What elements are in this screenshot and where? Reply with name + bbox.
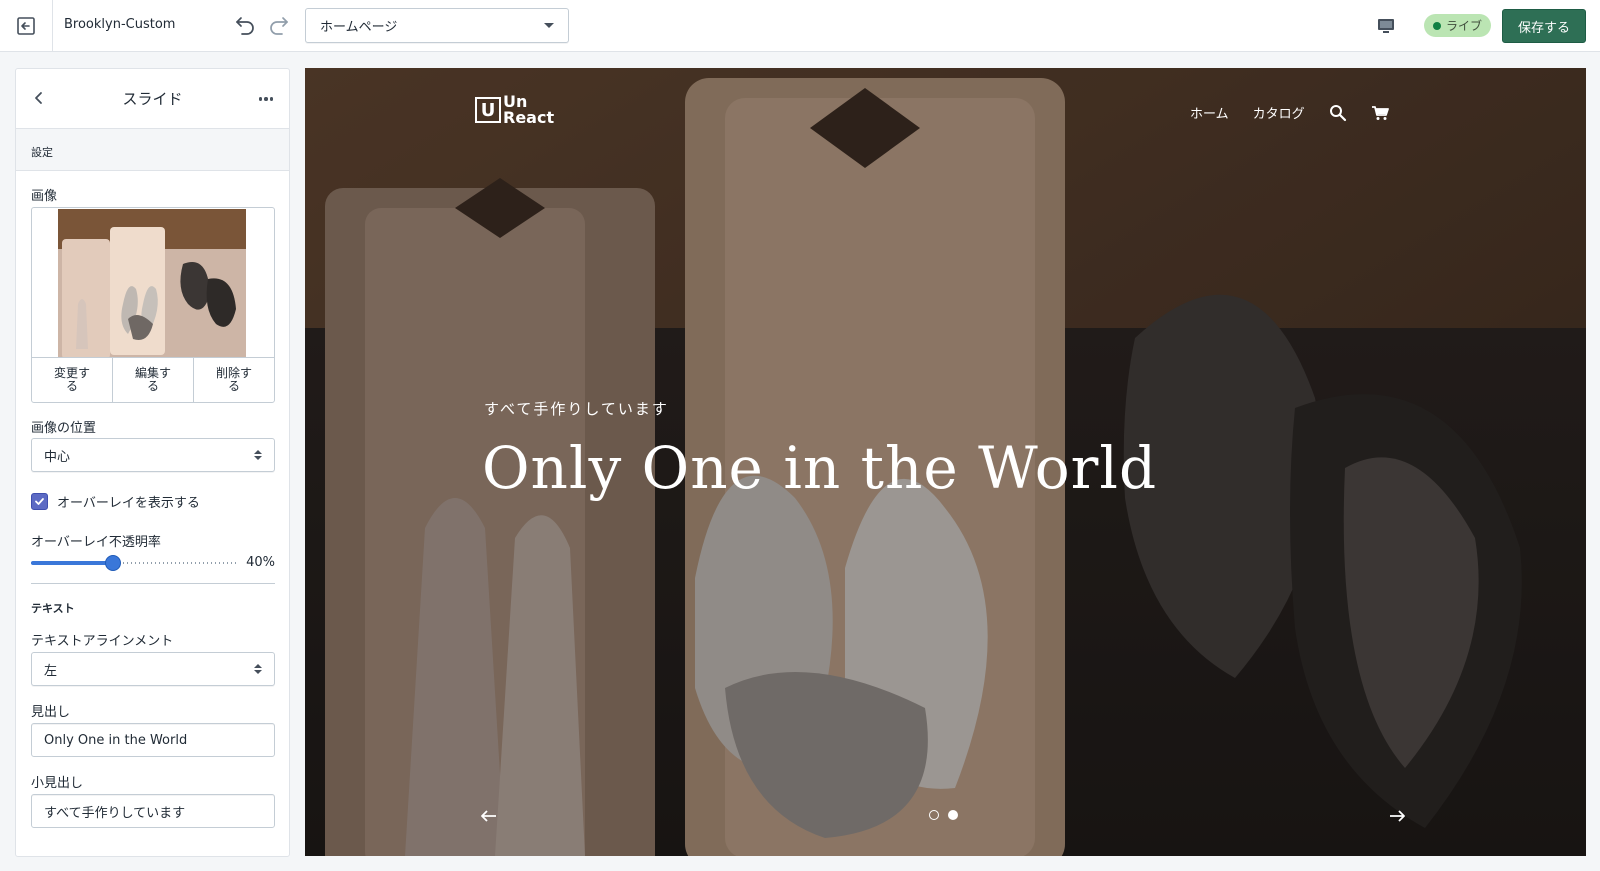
image-label: 画像 — [31, 189, 58, 204]
more-actions-button[interactable] — [255, 88, 277, 110]
back-button[interactable] — [28, 87, 50, 109]
slide-dot[interactable] — [929, 810, 939, 820]
nav-item-catalog[interactable]: カタログ — [1253, 103, 1305, 122]
overlay-opacity-value: 40% — [246, 555, 275, 570]
overlay-opacity-label: オーバーレイ不透明率 — [31, 535, 161, 550]
text-alignment-select[interactable]: 左 — [31, 652, 275, 686]
slide-dot[interactable] — [948, 810, 958, 820]
overlay-opacity-slider[interactable]: 40% — [31, 555, 275, 571]
page-selector[interactable]: ホームページ — [305, 8, 569, 43]
settings-sidebar: スライド 設定 画像 変更する 編集する 削除する 画像の位置 中心 オーバーレ… — [15, 68, 290, 857]
overlay-checkbox[interactable] — [31, 493, 48, 510]
live-label: ライブ — [1446, 19, 1483, 33]
store-logo[interactable]: U Un React — [475, 94, 554, 126]
chevron-left-icon — [35, 92, 42, 104]
arrow-right-icon — [1390, 810, 1405, 822]
sidebar-title: スライド — [122, 90, 183, 108]
theme-name: Brooklyn-Custom — [64, 17, 176, 32]
redo-button[interactable] — [266, 12, 292, 38]
slide-prev-button[interactable] — [477, 804, 501, 828]
exit-icon — [17, 17, 35, 35]
image-position-value: 中心 — [44, 449, 71, 465]
arrow-left-icon — [481, 810, 496, 822]
device-preview-button[interactable] — [1372, 12, 1400, 40]
undo-icon — [236, 17, 254, 35]
slide-thumbnail[interactable] — [58, 209, 246, 358]
save-button[interactable]: 保存する — [1502, 9, 1586, 43]
divider — [31, 583, 275, 584]
live-status-badge: ライブ — [1424, 14, 1492, 37]
sidebar-header: スライド — [16, 69, 289, 129]
more-dot — [269, 97, 274, 101]
more-dot — [264, 97, 268, 101]
desktop-icon — [1378, 19, 1394, 33]
hero-heading: Only One in the World — [482, 434, 1158, 502]
heading-input[interactable]: Only One in the World — [31, 723, 275, 757]
select-arrows-icon — [254, 664, 262, 674]
subheading-label: 小見出し — [31, 776, 84, 791]
page-selector-value: ホームページ — [320, 20, 398, 35]
hero-subheading: すべて手作りしています — [484, 400, 669, 418]
subheading-input[interactable]: すべて手作りしています — [31, 794, 275, 828]
image-position-select[interactable]: 中心 — [31, 438, 275, 472]
logo-wordmark: Un React — [503, 94, 554, 126]
undo-button[interactable] — [232, 12, 258, 38]
slide-next-button[interactable] — [1385, 804, 1409, 828]
store-nav: ホーム カタログ — [1190, 103, 1389, 122]
cart-icon[interactable] — [1371, 105, 1389, 121]
search-icon[interactable] — [1329, 104, 1347, 122]
delete-image-button[interactable]: 削除する — [194, 358, 274, 402]
image-position-label: 画像の位置 — [31, 421, 97, 436]
logo-line-2: React — [503, 108, 555, 127]
exit-editor-button[interactable] — [0, 0, 53, 52]
chevron-down-icon — [544, 23, 554, 28]
select-arrows-icon — [254, 450, 262, 460]
logo-mark: U — [475, 97, 501, 123]
checkmark-icon — [35, 498, 44, 505]
image-actions: 変更する 編集する 削除する — [32, 357, 274, 402]
editor-topbar: Brooklyn-Custom ホームページ ライブ 保存する — [0, 0, 1600, 52]
change-image-button[interactable]: 変更する — [32, 358, 113, 402]
live-dot-icon — [1433, 21, 1441, 30]
storefront-preview: U Un React ホーム カタログ すべて手作りしています Only One… — [305, 68, 1586, 856]
slider-fill — [31, 561, 113, 565]
image-picker: 変更する 編集する 削除する — [31, 207, 275, 403]
overlay-checkbox-label: オーバーレイを表示する — [57, 496, 200, 511]
redo-icon — [270, 17, 288, 35]
earrings-thumbnail-image — [58, 209, 246, 358]
section-label-text: テキスト — [31, 602, 75, 615]
more-dot — [258, 97, 263, 101]
slide-pagination — [929, 810, 958, 820]
nav-item-home[interactable]: ホーム — [1190, 103, 1229, 122]
slider-thumb[interactable] — [105, 555, 121, 571]
text-alignment-value: 左 — [44, 663, 58, 679]
edit-image-button[interactable]: 編集する — [113, 358, 194, 402]
heading-label: 見出し — [31, 705, 71, 720]
overlay-checkbox-row[interactable]: オーバーレイを表示する — [31, 492, 200, 511]
text-alignment-label: テキストアラインメント — [31, 634, 174, 649]
section-label-settings: 設定 — [16, 129, 289, 171]
